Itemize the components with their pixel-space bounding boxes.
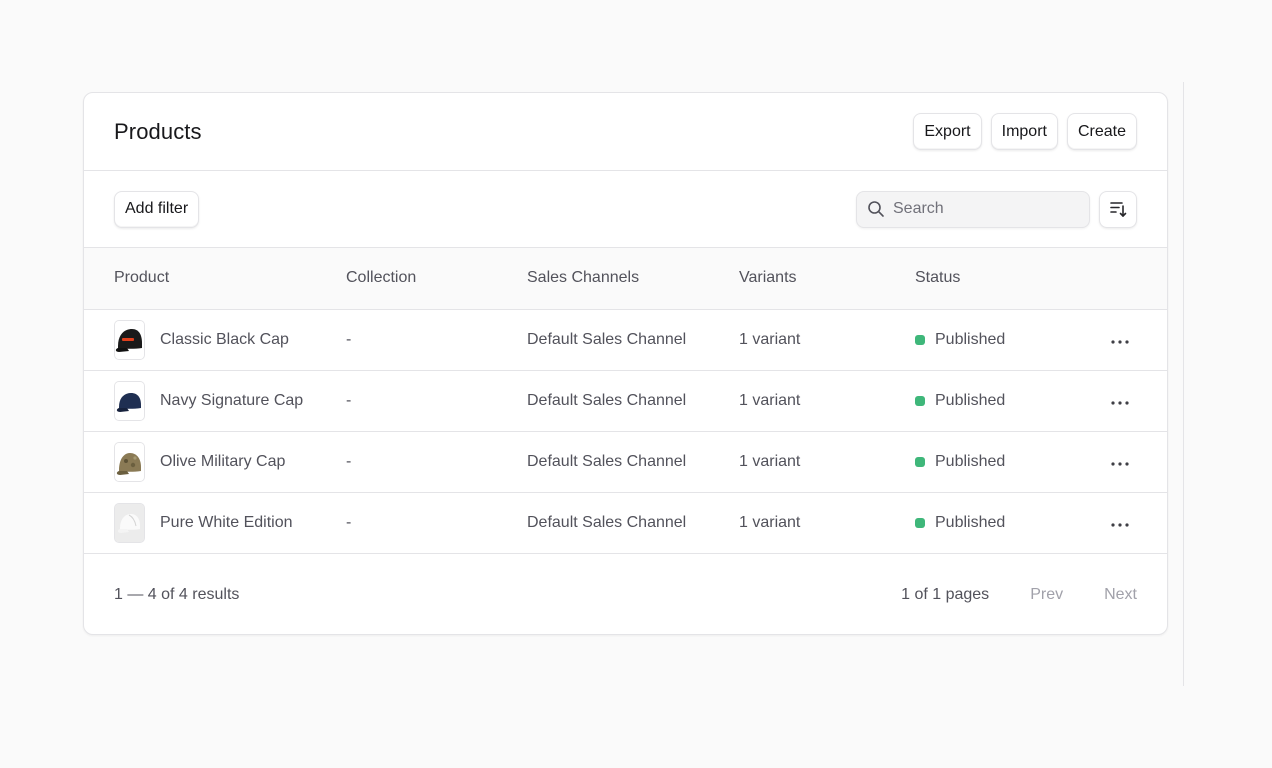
pagination-footer: 1 — 4 of 4 results 1 of 1 pages Prev Nex…	[84, 554, 1167, 635]
toolbar-right	[856, 190, 1137, 228]
more-actions-button[interactable]	[1111, 522, 1129, 527]
more-horizontal-icon	[1111, 522, 1129, 527]
sort-button[interactable]	[1099, 190, 1137, 228]
column-header-collection[interactable]: Collection	[346, 248, 527, 309]
card-header: Products Export Import Create	[84, 93, 1167, 171]
collection-cell: -	[346, 330, 352, 348]
product-thumbnail	[114, 502, 145, 543]
import-button[interactable]: Import	[990, 113, 1058, 150]
header-actions: Export Import Create	[913, 113, 1137, 150]
products-card: Products Export Import Create Add filter	[83, 92, 1168, 635]
product-thumbnail	[114, 319, 145, 360]
search-box	[856, 190, 1090, 228]
column-header-status[interactable]: Status	[915, 248, 1095, 309]
status-badge: Published	[915, 331, 1095, 349]
sort-descending-icon	[1109, 200, 1127, 218]
table-toolbar: Add filter	[84, 171, 1167, 248]
variants-cell: 1 variant	[739, 513, 801, 531]
more-actions-button[interactable]	[1111, 461, 1129, 466]
status-label: Published	[935, 391, 1006, 409]
collection-cell: -	[346, 391, 352, 409]
status-label: Published	[935, 330, 1006, 348]
variants-cell: 1 variant	[739, 452, 801, 470]
sales-channel-cell: Default Sales Channel	[527, 330, 687, 348]
column-header-actions	[1095, 248, 1167, 309]
column-header-variants[interactable]: Variants	[739, 248, 915, 309]
sales-channel-cell: Default Sales Channel	[527, 513, 687, 531]
page-title: Products	[114, 118, 202, 144]
export-button[interactable]: Export	[913, 113, 982, 150]
sales-channel-cell: Default Sales Channel	[527, 391, 687, 409]
product-thumbnail	[114, 441, 145, 482]
status-badge: Published	[915, 453, 1095, 471]
status-indicator	[915, 456, 925, 467]
table-row[interactable]: Classic Black Cap - Default Sales Channe…	[84, 309, 1167, 370]
panel-divider	[1183, 82, 1184, 686]
add-filter-button[interactable]: Add filter	[114, 190, 200, 228]
variants-cell: 1 variant	[739, 330, 801, 348]
product-name[interactable]: Classic Black Cap	[160, 331, 289, 349]
variants-cell: 1 variant	[739, 391, 801, 409]
table-row[interactable]: Navy Signature Cap - Default Sales Chann…	[84, 370, 1167, 431]
prev-page-button[interactable]: Prev	[1030, 586, 1063, 604]
search-icon	[867, 200, 885, 218]
product-thumbnail	[114, 380, 145, 421]
product-name[interactable]: Navy Signature Cap	[160, 392, 303, 410]
create-button[interactable]: Create	[1066, 113, 1137, 150]
sales-channel-cell: Default Sales Channel	[527, 452, 687, 470]
status-indicator	[915, 517, 925, 528]
status-indicator	[915, 395, 925, 406]
more-horizontal-icon	[1111, 400, 1129, 405]
page-indicator: 1 of 1 pages	[901, 585, 990, 603]
column-header-product[interactable]: Product	[84, 248, 346, 309]
column-header-sales-channels[interactable]: Sales Channels	[527, 248, 739, 309]
product-name[interactable]: Pure White Edition	[160, 514, 293, 532]
pagination: 1 of 1 pages Prev Next	[901, 586, 1137, 604]
next-page-button[interactable]: Next	[1104, 586, 1137, 604]
table-header-row: Product Collection Sales Channels Varian…	[84, 248, 1167, 309]
products-table: Product Collection Sales Channels Varian…	[84, 248, 1167, 554]
product-name[interactable]: Olive Military Cap	[160, 453, 285, 471]
status-label: Published	[935, 513, 1006, 531]
table-row[interactable]: Olive Military Cap - Default Sales Chann…	[84, 431, 1167, 492]
more-horizontal-icon	[1111, 339, 1129, 344]
more-actions-button[interactable]	[1111, 400, 1129, 405]
results-count: 1 — 4 of 4 results	[114, 585, 240, 603]
collection-cell: -	[346, 513, 352, 531]
collection-cell: -	[346, 452, 352, 470]
status-indicator	[915, 334, 925, 345]
table-row[interactable]: Pure White Edition - Default Sales Chann…	[84, 492, 1167, 553]
status-label: Published	[935, 452, 1006, 470]
more-horizontal-icon	[1111, 461, 1129, 466]
status-badge: Published	[915, 392, 1095, 410]
more-actions-button[interactable]	[1111, 339, 1129, 344]
search-input[interactable]	[893, 200, 1079, 218]
status-badge: Published	[915, 514, 1095, 532]
